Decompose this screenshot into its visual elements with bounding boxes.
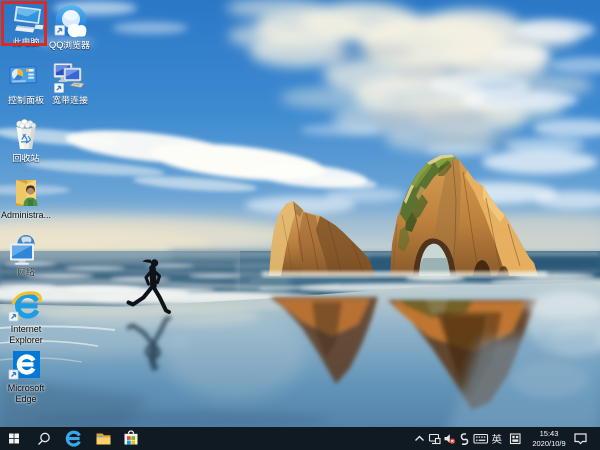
- svg-text:QQ: QQ: [49, 40, 63, 50]
